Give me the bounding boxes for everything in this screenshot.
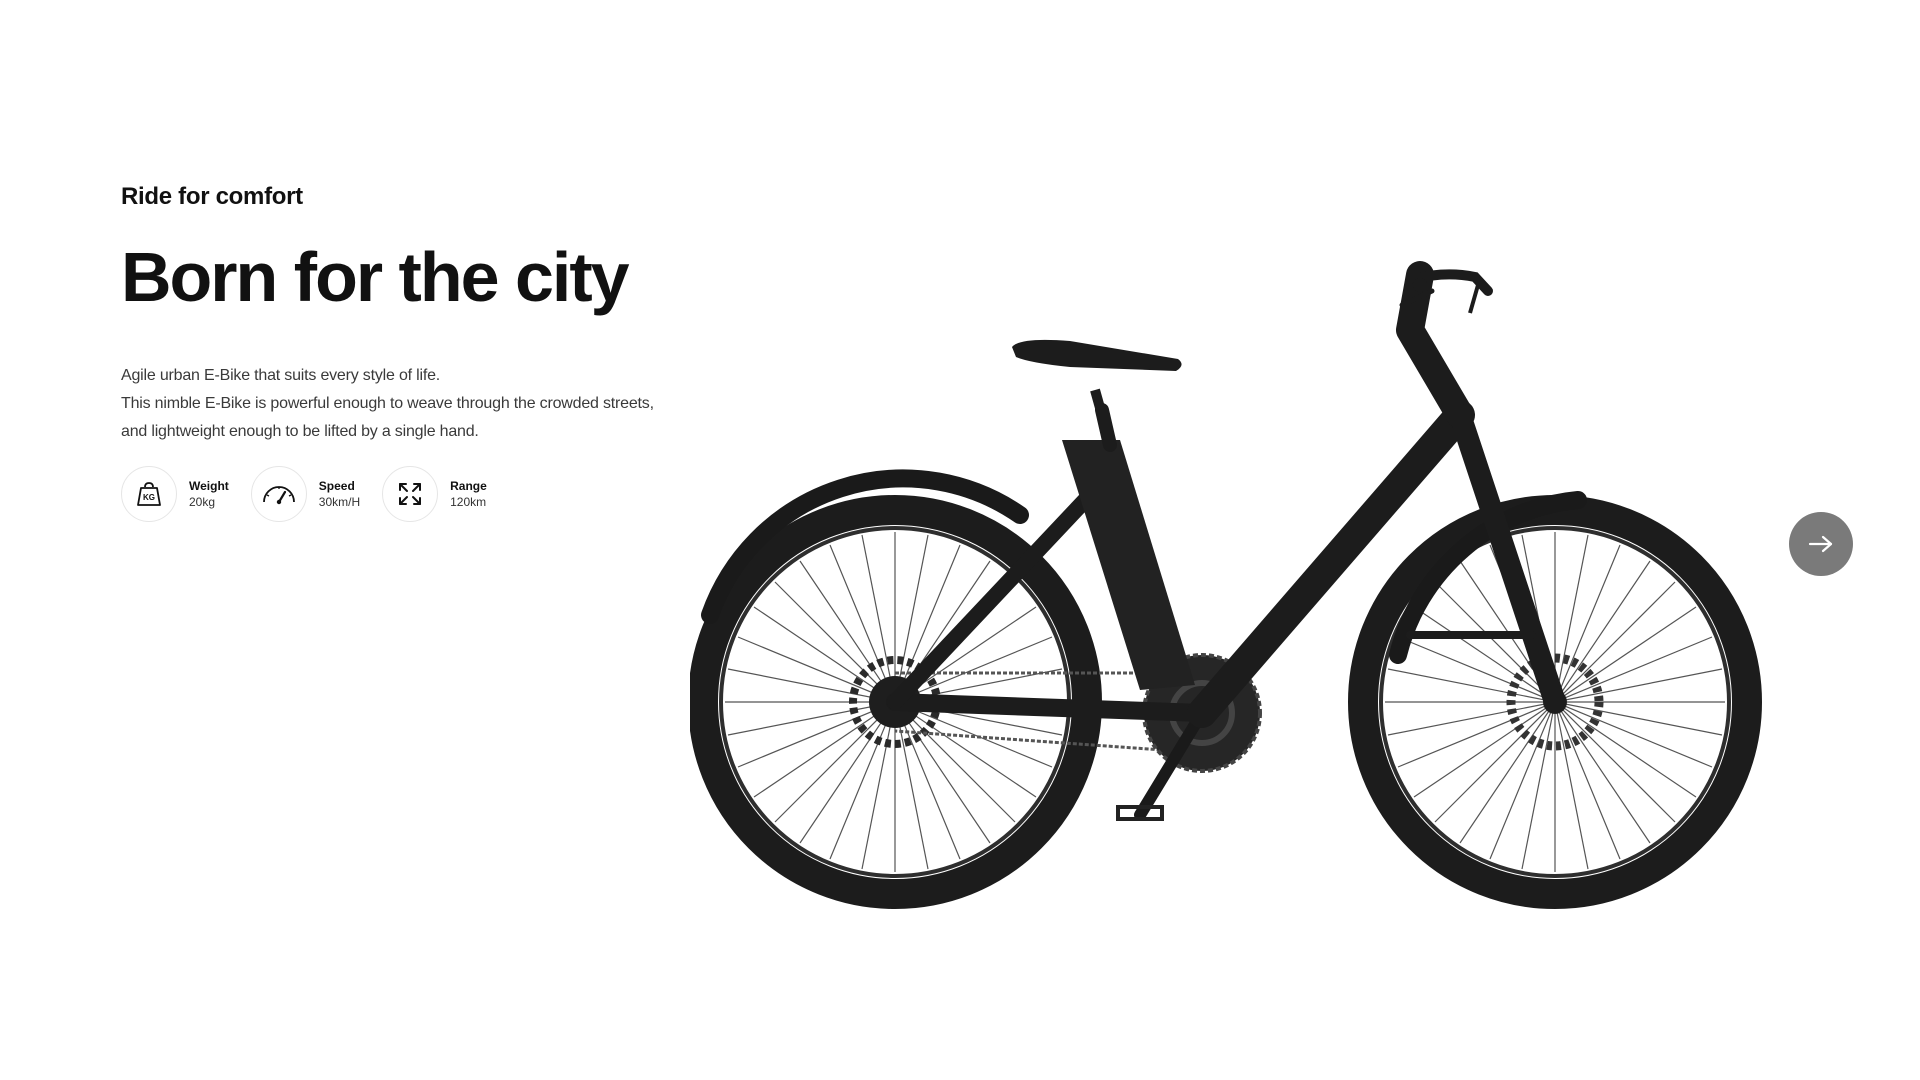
bike-image bbox=[688, 255, 1790, 925]
hero-description-line: Agile urban E-Bike that suits every styl… bbox=[121, 367, 441, 384]
spec-text: Weight 20kg bbox=[189, 478, 229, 510]
spec-value: 120km bbox=[450, 495, 487, 509]
arrow-right-icon bbox=[1808, 535, 1833, 553]
spec-list: KG Weight 20kg Speed 30km/H Range 120km bbox=[121, 466, 509, 522]
spec-label: Weight bbox=[189, 479, 229, 493]
hero-description-line: and lightweight enough to be lifted by a… bbox=[121, 423, 479, 440]
spec-text: Range 120km bbox=[450, 478, 487, 510]
spec-value: 20kg bbox=[189, 495, 216, 509]
speedometer-icon bbox=[250, 466, 307, 522]
next-slide-button[interactable] bbox=[1789, 512, 1853, 576]
hero-eyebrow: Ride for comfort bbox=[121, 183, 303, 210]
weight-kg-icon: KG bbox=[121, 466, 177, 522]
weight-icon-text: KG bbox=[143, 493, 155, 502]
expand-arrows-icon bbox=[382, 466, 439, 522]
spec-text: Speed 30km/H bbox=[319, 478, 360, 510]
hero-headline: Born for the city bbox=[121, 238, 630, 316]
spec-label: Range bbox=[450, 479, 487, 493]
hero-description: Agile urban E-Bike that suits every styl… bbox=[121, 362, 761, 446]
spec-label: Speed bbox=[318, 479, 355, 493]
spec-range: Range 120km bbox=[382, 466, 487, 522]
spec-value: 30km/H bbox=[318, 495, 361, 509]
hero-text: Ride for comfort Born for the city Agile… bbox=[121, 180, 761, 446]
hero-description-line: This nimble E-Bike is powerful enough to… bbox=[121, 395, 654, 412]
spec-weight: KG Weight 20kg bbox=[121, 466, 229, 522]
spec-speed: Speed 30km/H bbox=[250, 466, 360, 522]
